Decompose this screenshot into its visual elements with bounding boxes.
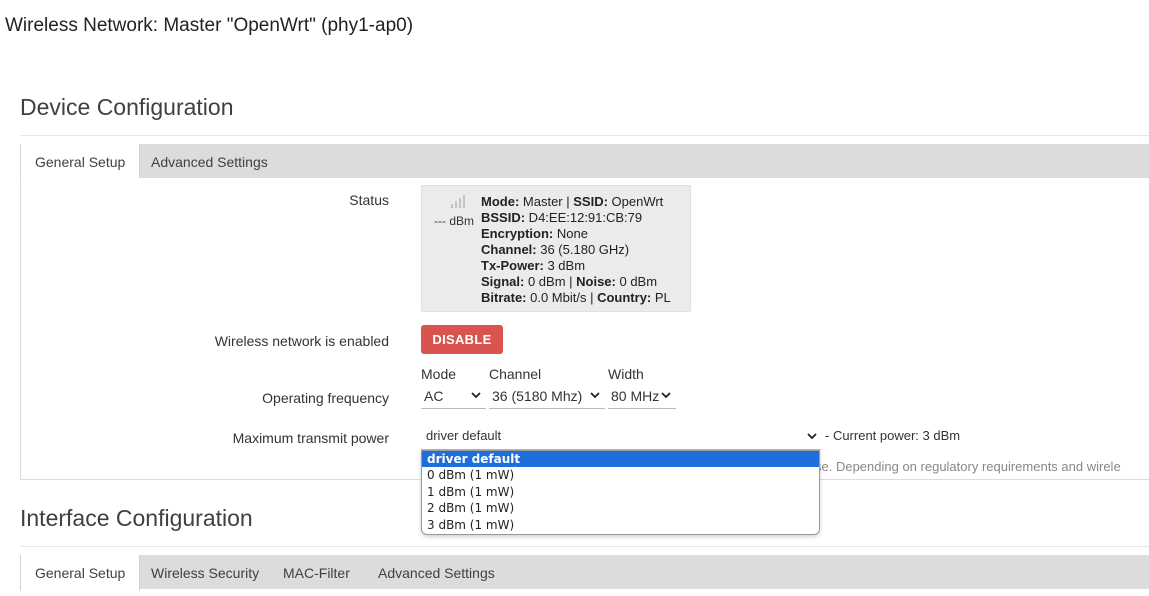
interface-config-tabs: General Setup Wireless Security MAC-Filt… (20, 555, 1149, 591)
status-label: Status (349, 192, 389, 208)
device-config-tabs: General Setup Advanced Settings (20, 144, 1149, 180)
chevron-down-icon (807, 424, 817, 440)
dropdown-option[interactable]: 0 dBm (1 mW) (422, 467, 819, 483)
channel-select[interactable]: 36 (5180 Mhz) (489, 383, 605, 409)
chevron-down-icon (471, 383, 481, 399)
mode-select[interactable]: AC (421, 383, 486, 409)
divider (20, 135, 1149, 136)
dropdown-option[interactable]: 2 dBm (1 mW) (422, 500, 819, 516)
dropdown-option[interactable]: 3 dBm (1 mW) (422, 517, 819, 533)
operating-frequency-label: Operating frequency (262, 390, 389, 406)
tx-power-hint: se. Depending on regulatory requirements… (815, 459, 1121, 474)
signal-bars-icon (451, 195, 465, 208)
tab-advanced-settings[interactable]: Advanced Settings (137, 144, 282, 178)
wireless-enabled-label: Wireless network is enabled (214, 333, 389, 349)
interface-config-heading: Interface Configuration (20, 505, 253, 531)
mode-label: Mode (421, 366, 457, 382)
tab-general-setup[interactable]: General Setup (20, 144, 141, 180)
tab-general-setup[interactable]: General Setup (20, 555, 141, 591)
tx-power-dropdown: driver default 0 dBm (1 mW) 1 dBm (1 mW)… (421, 450, 820, 535)
disable-button[interactable]: DISABLE (421, 325, 503, 354)
max-tx-power-label: Maximum transmit power (232, 430, 389, 446)
tab-mac-filter[interactable]: MAC-Filter (269, 555, 364, 589)
divider (20, 546, 1149, 547)
current-power-text: - Current power: 3 dBm (825, 428, 961, 443)
tx-power-select[interactable]: driver default (421, 424, 821, 450)
page-title: Wireless Network: Master "OpenWrt" (phy1… (5, 15, 414, 36)
signal-strength-text: --- dBm (434, 214, 474, 228)
device-config-heading: Device Configuration (20, 94, 234, 120)
chevron-down-icon (661, 383, 671, 399)
width-select[interactable]: 80 MHz (608, 383, 676, 409)
dropdown-option[interactable]: driver default (422, 451, 819, 468)
status-box: --- dBm Mode: Master | SSID: OpenWrt BSS… (421, 185, 691, 312)
channel-label: Channel (489, 366, 542, 382)
width-label: Width (608, 366, 644, 382)
tab-wireless-security[interactable]: Wireless Security (137, 555, 273, 589)
dropdown-option[interactable]: 1 dBm (1 mW) (422, 484, 819, 500)
chevron-down-icon (590, 383, 600, 399)
status-details: Mode: Master | SSID: OpenWrt BSSID: D4:E… (481, 194, 671, 305)
tab-advanced-settings[interactable]: Advanced Settings (364, 555, 509, 589)
